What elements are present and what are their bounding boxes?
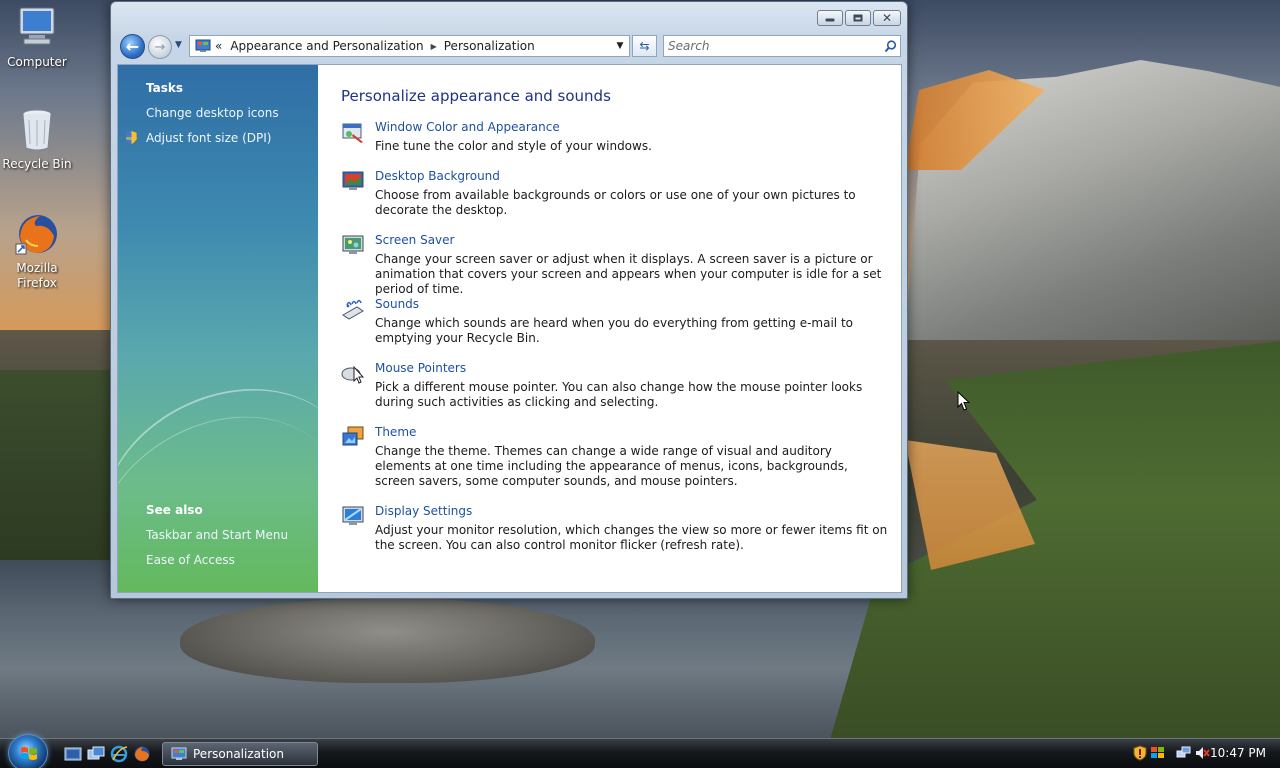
forward-arrow-icon: → (154, 39, 166, 55)
theme-icon (342, 426, 364, 446)
desktop-background-link[interactable]: Desktop Background (375, 169, 500, 183)
windows-logo-icon (21, 747, 37, 760)
breadcrumb-separator-icon[interactable]: ▶ (431, 42, 437, 51)
chevron-down-icon: ▼ (175, 40, 182, 50)
firefox-quicklaunch-icon[interactable] (133, 745, 151, 763)
breadcrumb-overflow[interactable]: « (215, 39, 222, 53)
main-pane: Personalize appearance and sounds Window… (341, 65, 901, 592)
network-icon[interactable] (1176, 745, 1192, 761)
minimize-button[interactable] (817, 10, 843, 26)
desktop-icon-label: Computer (7, 55, 67, 69)
see-also-ease-of-access[interactable]: Ease of Access (146, 553, 235, 567)
see-also-heading: See also (146, 503, 203, 517)
list-item: Screen Saver Change your screen saver or… (341, 233, 891, 296)
search-icon (884, 39, 896, 52)
task-adjust-font-size[interactable]: Adjust font size (DPI) (146, 131, 271, 145)
uac-shield-icon (125, 130, 138, 145)
item-description: Choose from available backgrounds or col… (375, 188, 856, 217)
theme-link[interactable]: Theme (375, 425, 416, 439)
screen-saver-link[interactable]: Screen Saver (375, 233, 454, 247)
window-color-link[interactable]: Window Color and Appearance (375, 120, 560, 134)
display-settings-link[interactable]: Display Settings (375, 504, 472, 518)
item-description: Pick a different mouse pointer. You can … (375, 380, 863, 409)
list-item: Theme Change the theme. Themes can chang… (341, 425, 891, 493)
list-item: Desktop Background Choose from available… (341, 169, 891, 221)
maximize-button[interactable] (845, 10, 871, 26)
address-bar[interactable]: « Appearance and Personalization ▶ Perso… (189, 35, 630, 57)
search-box (663, 35, 901, 57)
windows-update-icon[interactable] (1150, 745, 1166, 761)
content-area: Tasks Change desktop icons Adjust font s… (117, 64, 902, 593)
mouse-pointers-link[interactable]: Mouse Pointers (375, 361, 466, 375)
breadcrumb-personalization[interactable]: Personalization (444, 39, 535, 53)
search-button[interactable] (880, 37, 900, 55)
item-description: Change which sounds are heard when you d… (375, 316, 853, 345)
chevron-down-icon: ▼ (616, 41, 624, 51)
search-input[interactable] (664, 37, 880, 55)
show-desktop-icon[interactable] (64, 745, 82, 763)
see-also-taskbar[interactable]: Taskbar and Start Menu (146, 528, 288, 542)
taskbar-button-personalization[interactable]: Personalization (162, 742, 318, 766)
refresh-button[interactable]: ⇆ (632, 35, 657, 57)
desktop-icon-firefox[interactable]: Mozilla Firefox (0, 210, 74, 291)
display-settings-icon (342, 506, 364, 525)
close-button[interactable]: ✕ (873, 10, 901, 26)
clock[interactable]: 10:47 PM (1210, 746, 1266, 760)
internet-explorer-icon[interactable] (110, 745, 128, 763)
switch-windows-icon[interactable] (87, 745, 105, 763)
firefox-icon (15, 215, 57, 255)
personalization-window: ✕ ← → ▼ « Appearance and Personalization… (110, 1, 908, 599)
navigation-bar: ← → ▼ « Appearance and Personalization ▶… (118, 34, 901, 59)
refresh-icon: ⇆ (639, 39, 650, 53)
back-arrow-icon: ← (125, 37, 140, 56)
computer-icon (19, 7, 55, 45)
maximize-icon (853, 14, 863, 22)
control-panel-icon (195, 39, 211, 52)
mouse-pointers-icon (341, 365, 365, 384)
page-title: Personalize appearance and sounds (341, 87, 611, 105)
screen-saver-icon (342, 235, 364, 254)
minimize-icon (825, 18, 835, 22)
list-item: Display Settings Adjust your monitor res… (341, 504, 891, 556)
desktop-icon-recycle-bin[interactable]: Recycle Bin (0, 106, 74, 172)
control-panel-icon (171, 747, 187, 760)
task-pane: Tasks Change desktop icons Adjust font s… (118, 65, 389, 592)
volume-muted-icon[interactable] (1194, 745, 1210, 761)
window-color-icon (342, 123, 363, 143)
sounds-link[interactable]: Sounds (375, 297, 419, 311)
desktop-background-icon (342, 171, 364, 190)
recent-pages-dropdown[interactable]: ▼ (175, 40, 186, 52)
item-description: Change your screen saver or adjust when … (375, 252, 882, 296)
item-description: Change the theme. Themes can change a wi… (375, 444, 848, 488)
close-icon: ✕ (881, 11, 893, 25)
security-shield-icon[interactable] (1132, 745, 1148, 761)
taskbar: Personalization 10:47 PM (0, 734, 1280, 768)
list-item: Mouse Pointers Pick a different mouse po… (341, 361, 891, 413)
task-change-desktop-icons[interactable]: Change desktop icons (146, 106, 279, 120)
taskbar-button-label: Personalization (193, 747, 284, 761)
tasks-heading: Tasks (146, 81, 184, 95)
list-item: Sounds Change which sounds are heard whe… (341, 297, 891, 349)
back-button[interactable]: ← (120, 34, 145, 59)
system-tray: 10:47 PM (1120, 739, 1280, 768)
mouse-cursor-icon (957, 391, 971, 411)
list-item: Window Color and Appearance Fine tune th… (341, 120, 891, 160)
breadcrumb-appearance[interactable]: Appearance and Personalization (230, 39, 423, 53)
forward-button[interactable]: → (148, 35, 172, 59)
desktop-icon-label: Recycle Bin (2, 157, 72, 171)
window-controls: ✕ (817, 10, 901, 26)
sounds-icon (342, 299, 364, 320)
start-button[interactable] (8, 734, 48, 768)
address-dropdown-button[interactable]: ▼ (611, 36, 629, 56)
item-description: Adjust your monitor resolution, which ch… (375, 523, 888, 552)
desktop-icon-label: Mozilla Firefox (16, 261, 58, 290)
recycle-bin-icon (22, 109, 52, 151)
item-description: Fine tune the color and style of your wi… (375, 139, 652, 153)
desktop-icon-computer[interactable]: Computer (0, 4, 74, 70)
